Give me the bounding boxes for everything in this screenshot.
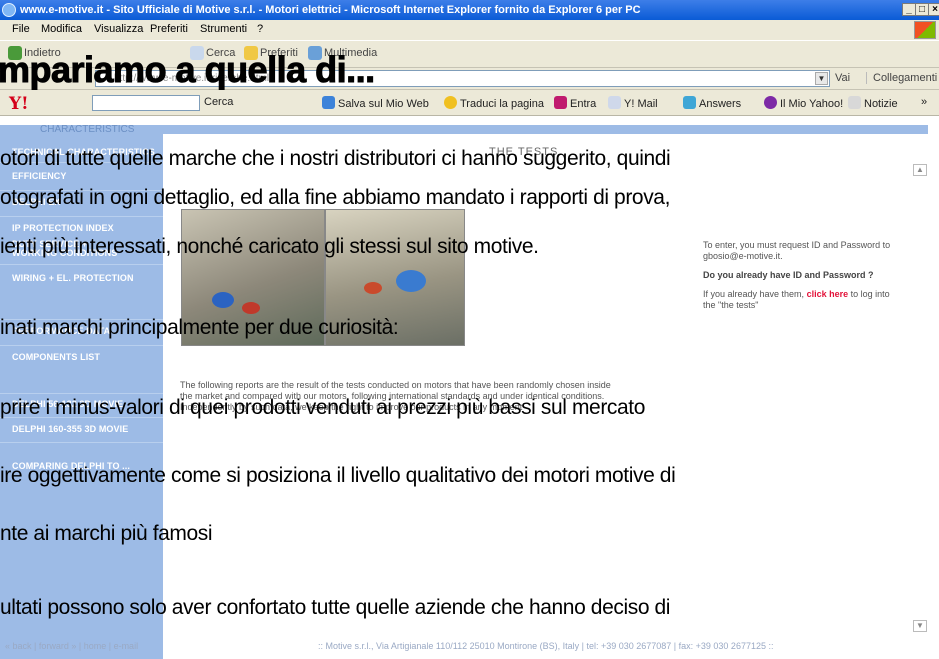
- login-info: To enter, you must request ID and Passwo…: [703, 240, 899, 319]
- minimize-button[interactable]: _: [902, 3, 916, 16]
- my-yahoo-label: Il Mio Yahoo!: [780, 98, 844, 110]
- nav-divider: [0, 264, 163, 265]
- overlay-title: mpariamo a quella di...: [0, 49, 376, 90]
- translate-icon: [444, 96, 457, 109]
- menu-modifica[interactable]: Modifica: [41, 23, 82, 35]
- scroll-down-icon[interactable]: ▼: [913, 620, 927, 632]
- nav-delphi-160-355-movie[interactable]: DELPHI 160-355 3D MOVIE: [12, 424, 128, 434]
- motor-shape: [212, 292, 234, 308]
- yahoo-more-button[interactable]: »: [921, 96, 927, 108]
- menu-preferiti[interactable]: Preferiti: [150, 23, 188, 35]
- window-titlebar: www.e-motive.it - Sito Ufficiale di Moti…: [0, 0, 939, 20]
- overlay-line: otografati in ogni dettaglio, ed alla fi…: [0, 186, 671, 209]
- overlay-line: ultati possono solo aver confortato tutt…: [0, 596, 671, 619]
- internet-explorer-icon: [2, 3, 16, 17]
- links-button[interactable]: Collegamenti »: [866, 72, 939, 84]
- overlay-line: inati marchi principalmente per due curi…: [0, 316, 399, 339]
- my-yahoo-button[interactable]: Il Mio Yahoo!: [764, 96, 843, 110]
- answers-icon: [683, 96, 696, 109]
- motor-shape: [364, 282, 382, 294]
- footer-nav[interactable]: « back | forward » | home | e-mail: [5, 641, 138, 651]
- nav-wiring-protection[interactable]: WIRING + EL. PROTECTION: [12, 273, 134, 283]
- my-yahoo-icon: [764, 96, 777, 109]
- login-question: Do you already have ID and Password ?: [703, 270, 874, 280]
- login-hint-a: If you already have them,: [703, 289, 805, 299]
- enter-label: Entra: [570, 98, 597, 110]
- reports-line: The following reports are the result of …: [180, 380, 611, 390]
- motor-shape: [396, 270, 426, 292]
- mail-icon: [608, 96, 621, 109]
- maximize-button[interactable]: □: [915, 3, 929, 16]
- yahoo-search-button[interactable]: Cerca: [204, 96, 233, 108]
- translate-button[interactable]: Traduci la pagina: [444, 96, 544, 110]
- overlay-line: ienti più interessati, nonché caricato g…: [0, 235, 539, 258]
- yahoo-toolbar: Y! Cerca Salva sul Mio Web Traduci la pa…: [0, 90, 939, 116]
- answers-button[interactable]: Answers: [683, 96, 741, 110]
- ymail-label: Y! Mail: [624, 98, 658, 110]
- nav-efficiency[interactable]: EFFICIENCY: [12, 171, 67, 181]
- menu-bar: File Modifica Visualizza Preferiti Strum…: [0, 20, 939, 40]
- nav-divider: [0, 393, 163, 394]
- menu-help[interactable]: ?: [257, 23, 263, 35]
- nav-ip-protection-index[interactable]: IP PROTECTION INDEX: [12, 223, 114, 233]
- save-web-button[interactable]: Salva sul Mio Web: [322, 96, 429, 110]
- scroll-up-icon[interactable]: ▲: [913, 164, 927, 176]
- nav-components-list[interactable]: COMPONENTS LIST: [12, 352, 100, 362]
- menu-file[interactable]: File: [12, 23, 30, 35]
- news-icon: [848, 96, 861, 109]
- overlay-line: nte ai marchi più famosi: [0, 522, 213, 545]
- translate-label: Traduci la pagina: [460, 98, 544, 110]
- answers-label: Answers: [699, 98, 742, 110]
- motor-shape: [242, 302, 260, 314]
- top-strip: [0, 125, 928, 134]
- click-here-link[interactable]: click here: [807, 289, 849, 299]
- save-label: Salva sul Mio Web: [338, 98, 429, 110]
- yahoo-enter-icon: [554, 96, 567, 109]
- nav-divider: [0, 216, 163, 217]
- windows-logo-icon: [914, 21, 936, 39]
- enter-button[interactable]: Entra: [554, 96, 596, 110]
- address-dropdown-icon[interactable]: ▼: [815, 72, 828, 85]
- login-instructions: To enter, you must request ID and Passwo…: [703, 240, 891, 261]
- yahoo-search-input[interactable]: [92, 95, 200, 111]
- yahoo-logo-icon[interactable]: Y!: [9, 94, 29, 114]
- login-hint: If you already have them, click here to …: [703, 289, 899, 311]
- overlay-line: prire i minus-valori di quei prodotti ve…: [0, 396, 646, 419]
- save-icon: [322, 96, 335, 109]
- menu-visualizza[interactable]: Visualizza: [94, 23, 143, 35]
- nav-divider: [0, 345, 163, 346]
- menu-strumenti[interactable]: Strumenti: [200, 23, 247, 35]
- footer-address: :: Motive s.r.l., Via Artigianale 110/11…: [318, 641, 774, 651]
- nav-divider: [0, 442, 163, 443]
- overlay-line: ire oggettivamente come si posiziona il …: [0, 464, 676, 487]
- news-button[interactable]: Notizie: [848, 96, 898, 110]
- close-button[interactable]: ×: [928, 3, 939, 16]
- ymail-button[interactable]: Y! Mail: [608, 96, 658, 110]
- go-button[interactable]: Vai: [835, 72, 850, 84]
- news-label: Notizie: [864, 98, 898, 110]
- overlay-line: otori di tutte quelle marche che i nostr…: [0, 147, 671, 170]
- window-title: www.e-motive.it - Sito Ufficiale di Moti…: [20, 4, 641, 16]
